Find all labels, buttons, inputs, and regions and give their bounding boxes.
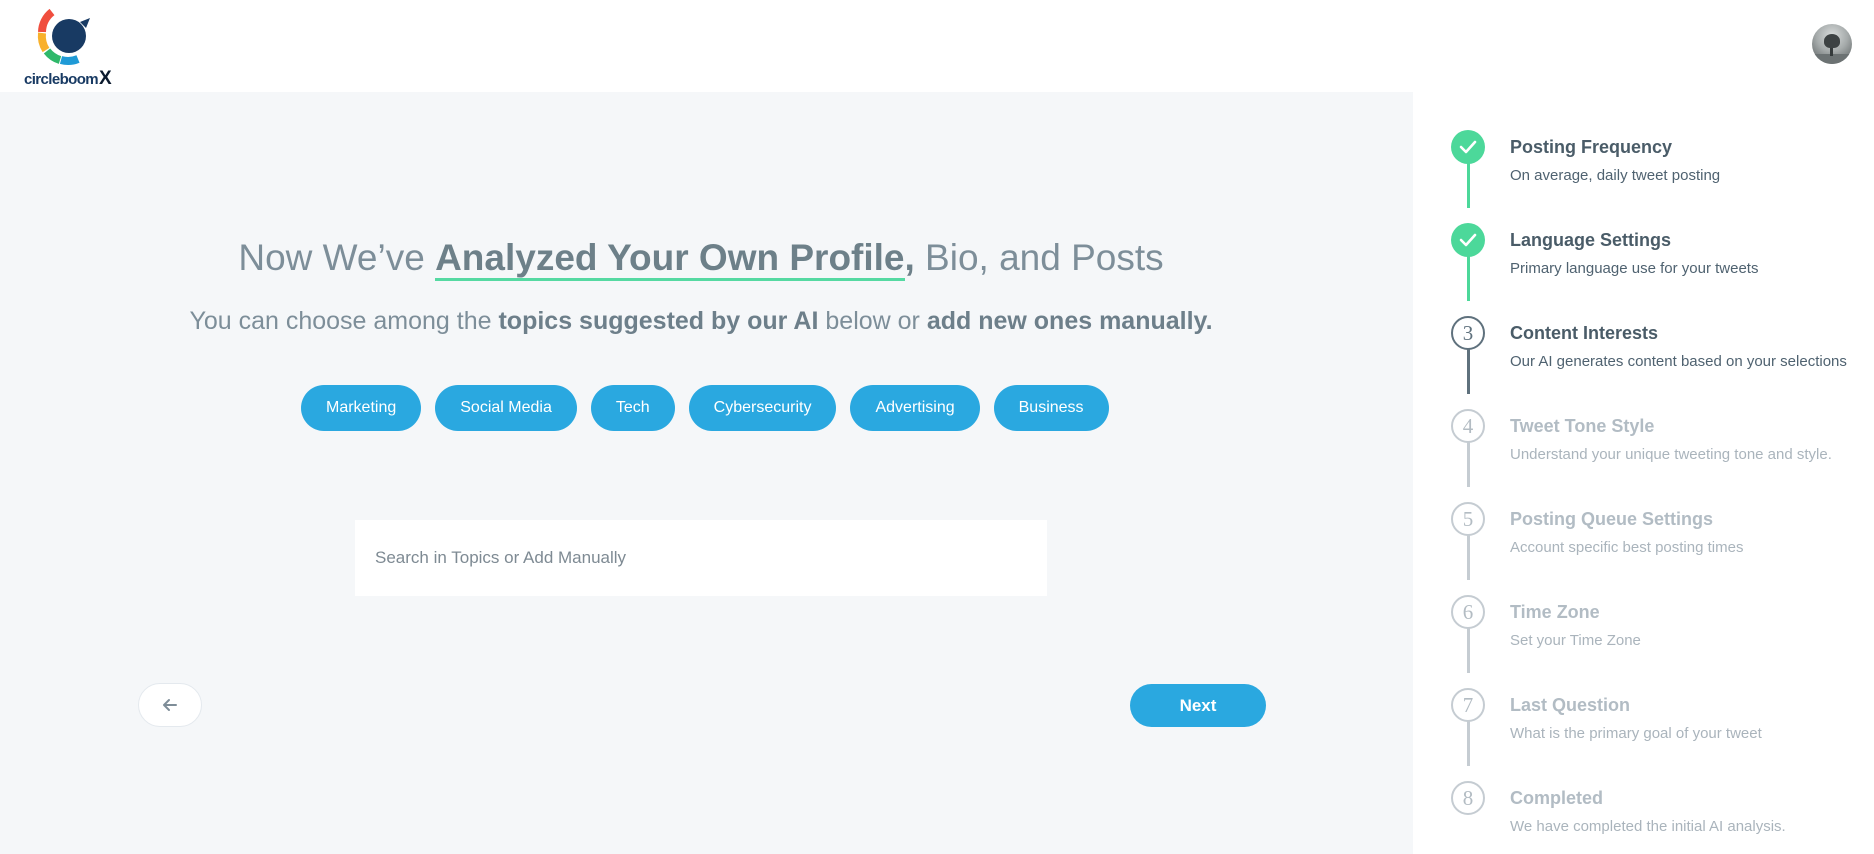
step-description: Set your Time Zone: [1510, 632, 1641, 649]
page-subtitle: You can choose among the topics suggeste…: [189, 307, 1213, 335]
onboarding-stepper: Posting Frequency On average, daily twee…: [1413, 92, 1874, 854]
step-description: Our AI generates content based on your s…: [1510, 353, 1847, 370]
title-suffix: Bio, and Posts: [914, 237, 1164, 278]
circleboom-logo-icon: [37, 8, 90, 65]
step-tweet-tone-style[interactable]: 4 Tweet Tone Style Understand your uniqu…: [1413, 371, 1874, 464]
step-posting-queue-settings[interactable]: 5 Posting Queue Settings Account specifi…: [1413, 464, 1874, 557]
step-last-question[interactable]: 7 Last Question What is the primary goal…: [1413, 650, 1874, 743]
step-completed[interactable]: 8 Completed We have completed the initia…: [1413, 743, 1874, 836]
topic-chips: Marketing Social Media Tech Cybersecurit…: [301, 385, 1109, 431]
back-button[interactable]: [138, 683, 202, 727]
step-posting-frequency[interactable]: Posting Frequency On average, daily twee…: [1413, 92, 1874, 185]
subtitle-add-manually: add new ones manually.: [926, 307, 1213, 335]
step-language-settings[interactable]: Language Settings Primary language use f…: [1413, 185, 1874, 278]
step-description: Account specific best posting times: [1510, 539, 1744, 556]
step-description: Primary language use for your tweets: [1510, 260, 1759, 277]
subtitle-ai-topics: topics suggested by our AI: [498, 307, 819, 335]
title-comma: ,: [904, 237, 915, 278]
step-number-badge: 8: [1451, 781, 1485, 815]
next-button[interactable]: Next: [1130, 684, 1266, 727]
step-title: Time Zone: [1510, 602, 1600, 622]
step-number-badge: 6: [1451, 595, 1485, 629]
topic-chip-social-media[interactable]: Social Media: [435, 385, 577, 431]
title-prefix: Now We’ve: [238, 237, 436, 278]
topic-search-input[interactable]: [355, 520, 1047, 596]
step-number-badge: 4: [1451, 409, 1485, 443]
step-time-zone[interactable]: 6 Time Zone Set your Time Zone: [1413, 557, 1874, 650]
step-title: Completed: [1510, 788, 1604, 808]
step-title: Content Interests: [1510, 323, 1659, 343]
user-avatar[interactable]: [1812, 24, 1852, 64]
page-title: Now We’ve Analyzed Your Own Profile, Bio…: [0, 237, 1402, 281]
step-number-badge: 3: [1451, 316, 1485, 350]
step-title: Posting Queue Settings: [1510, 509, 1714, 529]
topic-chip-tech[interactable]: Tech: [590, 385, 675, 431]
step-content-interests[interactable]: 3 Content Interests Our AI generates con…: [1413, 278, 1874, 371]
topic-chip-advertising[interactable]: Advertising: [850, 385, 980, 431]
check-icon: [1451, 130, 1485, 164]
topic-chip-marketing[interactable]: Marketing: [301, 385, 422, 431]
topic-chip-cybersecurity[interactable]: Cybersecurity: [688, 385, 837, 431]
step-description: We have completed the initial AI analysi…: [1510, 818, 1786, 835]
step-description: What is the primary goal of your tweet: [1510, 725, 1762, 742]
step-title: Language Settings: [1510, 230, 1672, 250]
step-title: Posting Frequency: [1510, 137, 1673, 157]
step-title: Tweet Tone Style: [1510, 416, 1655, 436]
circleboom-logo[interactable]: circleboomX: [24, 6, 112, 89]
top-header: circleboomX: [0, 0, 1874, 92]
logo-x-mark: X: [99, 68, 112, 89]
main-panel: Now We’ve Analyzed Your Own Profile, Bio…: [0, 92, 1413, 854]
step-description: On average, daily tweet posting: [1510, 167, 1721, 184]
logo-wordmark: circleboomX: [24, 68, 112, 90]
step-number-badge: 5: [1451, 502, 1485, 536]
title-highlight: Analyzed Your Own Profile: [435, 238, 905, 281]
logo-text: circleboom: [24, 71, 99, 88]
step-number-badge: 7: [1451, 688, 1485, 722]
arrow-left-icon: [163, 699, 177, 711]
check-icon: [1451, 223, 1485, 257]
step-title: Last Question: [1510, 695, 1631, 715]
topic-chip-business[interactable]: Business: [993, 385, 1109, 431]
step-description: Understand your unique tweeting tone and…: [1510, 446, 1832, 463]
